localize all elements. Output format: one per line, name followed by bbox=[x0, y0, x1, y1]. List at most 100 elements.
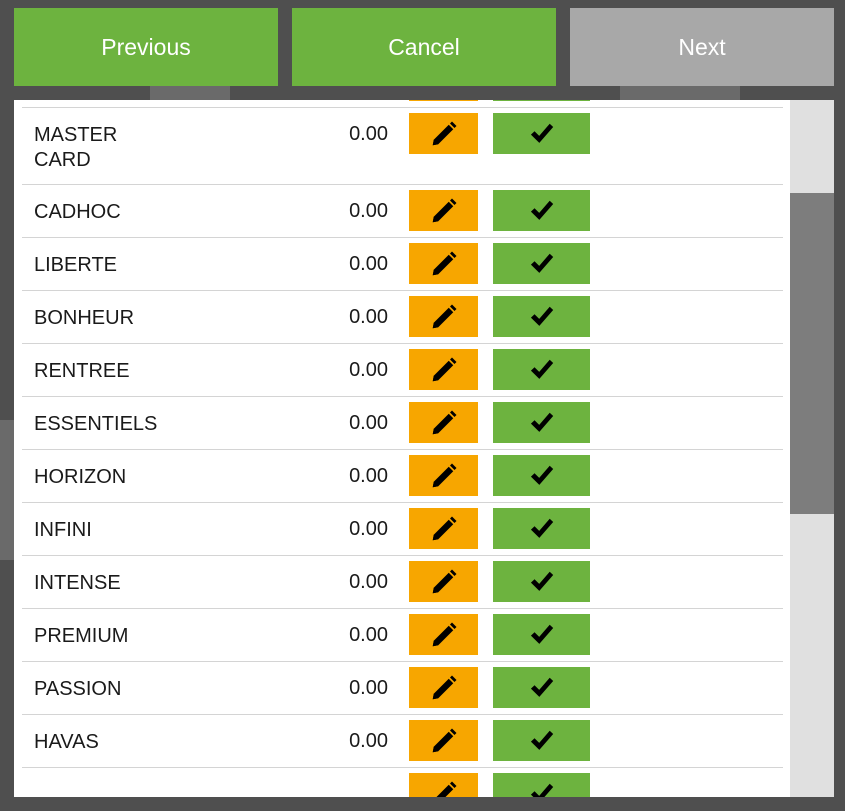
check-icon bbox=[528, 462, 556, 490]
check-icon bbox=[528, 120, 556, 148]
check-icon bbox=[528, 727, 556, 755]
edit-amount-button[interactable] bbox=[409, 455, 478, 496]
payment-amount: 0.00 bbox=[349, 677, 388, 699]
confirm-payment-button[interactable] bbox=[493, 667, 590, 708]
pencil-icon bbox=[429, 119, 459, 149]
pencil-icon bbox=[429, 779, 459, 797]
pencil-icon bbox=[429, 196, 459, 226]
payment-name: PREMIUM bbox=[34, 625, 129, 647]
confirm-payment-button[interactable] bbox=[493, 100, 590, 101]
edit-amount-button[interactable] bbox=[409, 402, 478, 443]
confirm-payment-button[interactable] bbox=[493, 349, 590, 390]
check-icon bbox=[528, 197, 556, 225]
table-row: INTENSE 0.00 bbox=[22, 556, 783, 609]
confirm-payment-button[interactable] bbox=[493, 561, 590, 602]
confirm-payment-button[interactable] bbox=[493, 614, 590, 655]
payment-amount: 0.00 bbox=[349, 123, 388, 145]
pencil-icon bbox=[429, 461, 459, 491]
payment-list[interactable]: VISA0.00MASTER CARD0.00CADHOC0.00LIBERTE… bbox=[22, 100, 783, 797]
cancel-button[interactable]: Cancel bbox=[292, 8, 556, 86]
pencil-icon bbox=[429, 567, 459, 597]
check-icon bbox=[528, 674, 556, 702]
scrollbar-thumb[interactable] bbox=[790, 193, 834, 514]
payment-amount: 0.00 bbox=[349, 253, 388, 275]
confirm-payment-button[interactable] bbox=[493, 190, 590, 231]
confirm-payment-button[interactable] bbox=[493, 508, 590, 549]
previous-button[interactable]: Previous bbox=[14, 8, 278, 86]
table-row bbox=[22, 768, 783, 797]
scrollbar-track[interactable] bbox=[790, 100, 834, 797]
confirm-payment-button[interactable] bbox=[493, 402, 590, 443]
payment-amount: 0.00 bbox=[349, 571, 388, 593]
payment-amount: 0.00 bbox=[349, 359, 388, 381]
payment-amount: 0.00 bbox=[349, 518, 388, 540]
edit-amount-button[interactable] bbox=[409, 100, 478, 101]
edit-amount-button[interactable] bbox=[409, 296, 478, 337]
check-icon bbox=[528, 303, 556, 331]
payment-name: HAVAS bbox=[34, 731, 99, 753]
check-icon bbox=[528, 621, 556, 649]
pencil-icon bbox=[429, 726, 459, 756]
edit-amount-button[interactable] bbox=[409, 243, 478, 284]
payment-amount: 0.00 bbox=[349, 412, 388, 434]
confirm-payment-button[interactable] bbox=[493, 113, 590, 154]
check-icon bbox=[528, 568, 556, 596]
payment-name: BONHEUR bbox=[34, 307, 135, 329]
confirm-payment-button[interactable] bbox=[493, 455, 590, 496]
pencil-icon bbox=[429, 302, 459, 332]
confirm-payment-button[interactable] bbox=[493, 296, 590, 337]
edit-amount-button[interactable] bbox=[409, 508, 478, 549]
edit-amount-button[interactable] bbox=[409, 667, 478, 708]
payment-amount: 0.00 bbox=[349, 624, 388, 646]
payment-amount: 0.00 bbox=[349, 200, 388, 222]
app-frame: Previous Cancel Next VISA0.00MASTER CARD… bbox=[0, 0, 845, 811]
payment-name: PASSION bbox=[34, 678, 122, 700]
table-row: RENTREE 0.00 bbox=[22, 344, 783, 397]
table-row: PASSION 0.00 bbox=[22, 662, 783, 715]
table-row: LIBERTE 0.00 bbox=[22, 238, 783, 291]
payment-name: LIBERTE bbox=[34, 254, 117, 276]
edit-amount-button[interactable] bbox=[409, 773, 478, 797]
confirm-payment-button[interactable] bbox=[493, 773, 590, 797]
edit-amount-button[interactable] bbox=[409, 561, 478, 602]
pencil-icon bbox=[429, 355, 459, 385]
edit-amount-button[interactable] bbox=[409, 349, 478, 390]
payment-name: MASTER CARD bbox=[34, 124, 118, 171]
edit-amount-button[interactable] bbox=[409, 720, 478, 761]
edit-amount-button[interactable] bbox=[409, 113, 478, 154]
payment-amount: 0.00 bbox=[349, 730, 388, 752]
payment-amount: 0.00 bbox=[349, 306, 388, 328]
payment-name: ESSENTIELS bbox=[34, 413, 158, 435]
table-row: VISA0.00 bbox=[22, 100, 783, 108]
table-row: BONHEUR 0.00 bbox=[22, 291, 783, 344]
edit-amount-button[interactable] bbox=[409, 190, 478, 231]
top-toolbar: Previous Cancel Next bbox=[0, 0, 845, 100]
check-icon bbox=[528, 250, 556, 278]
pencil-icon bbox=[429, 514, 459, 544]
table-row: INFINI 0.00 bbox=[22, 503, 783, 556]
check-icon bbox=[528, 356, 556, 384]
pencil-icon bbox=[429, 673, 459, 703]
table-row: ESSENTIELS 0.00 bbox=[22, 397, 783, 450]
pencil-icon bbox=[429, 249, 459, 279]
payment-name: INFINI bbox=[34, 519, 92, 541]
confirm-payment-button[interactable] bbox=[493, 243, 590, 284]
pencil-icon bbox=[429, 408, 459, 438]
check-icon bbox=[528, 780, 556, 797]
check-icon bbox=[528, 515, 556, 543]
edit-amount-button[interactable] bbox=[409, 614, 478, 655]
payment-name: RENTREE bbox=[34, 360, 130, 382]
next-button[interactable]: Next bbox=[570, 8, 834, 86]
payment-name: INTENSE bbox=[34, 572, 121, 594]
payment-name: CADHOC bbox=[34, 201, 121, 223]
table-row: HAVAS 0.00 bbox=[22, 715, 783, 768]
check-icon bbox=[528, 409, 556, 437]
table-row: MASTER CARD 0.00 bbox=[22, 108, 783, 185]
payment-amount: 0.00 bbox=[349, 465, 388, 487]
table-row: CADHOC 0.00 bbox=[22, 185, 783, 238]
payment-list-panel: VISA0.00MASTER CARD0.00CADHOC0.00LIBERTE… bbox=[14, 100, 790, 797]
pencil-icon bbox=[429, 620, 459, 650]
payment-name: HORIZON bbox=[34, 466, 127, 488]
confirm-payment-button[interactable] bbox=[493, 720, 590, 761]
table-row: HORIZON 0.00 bbox=[22, 450, 783, 503]
